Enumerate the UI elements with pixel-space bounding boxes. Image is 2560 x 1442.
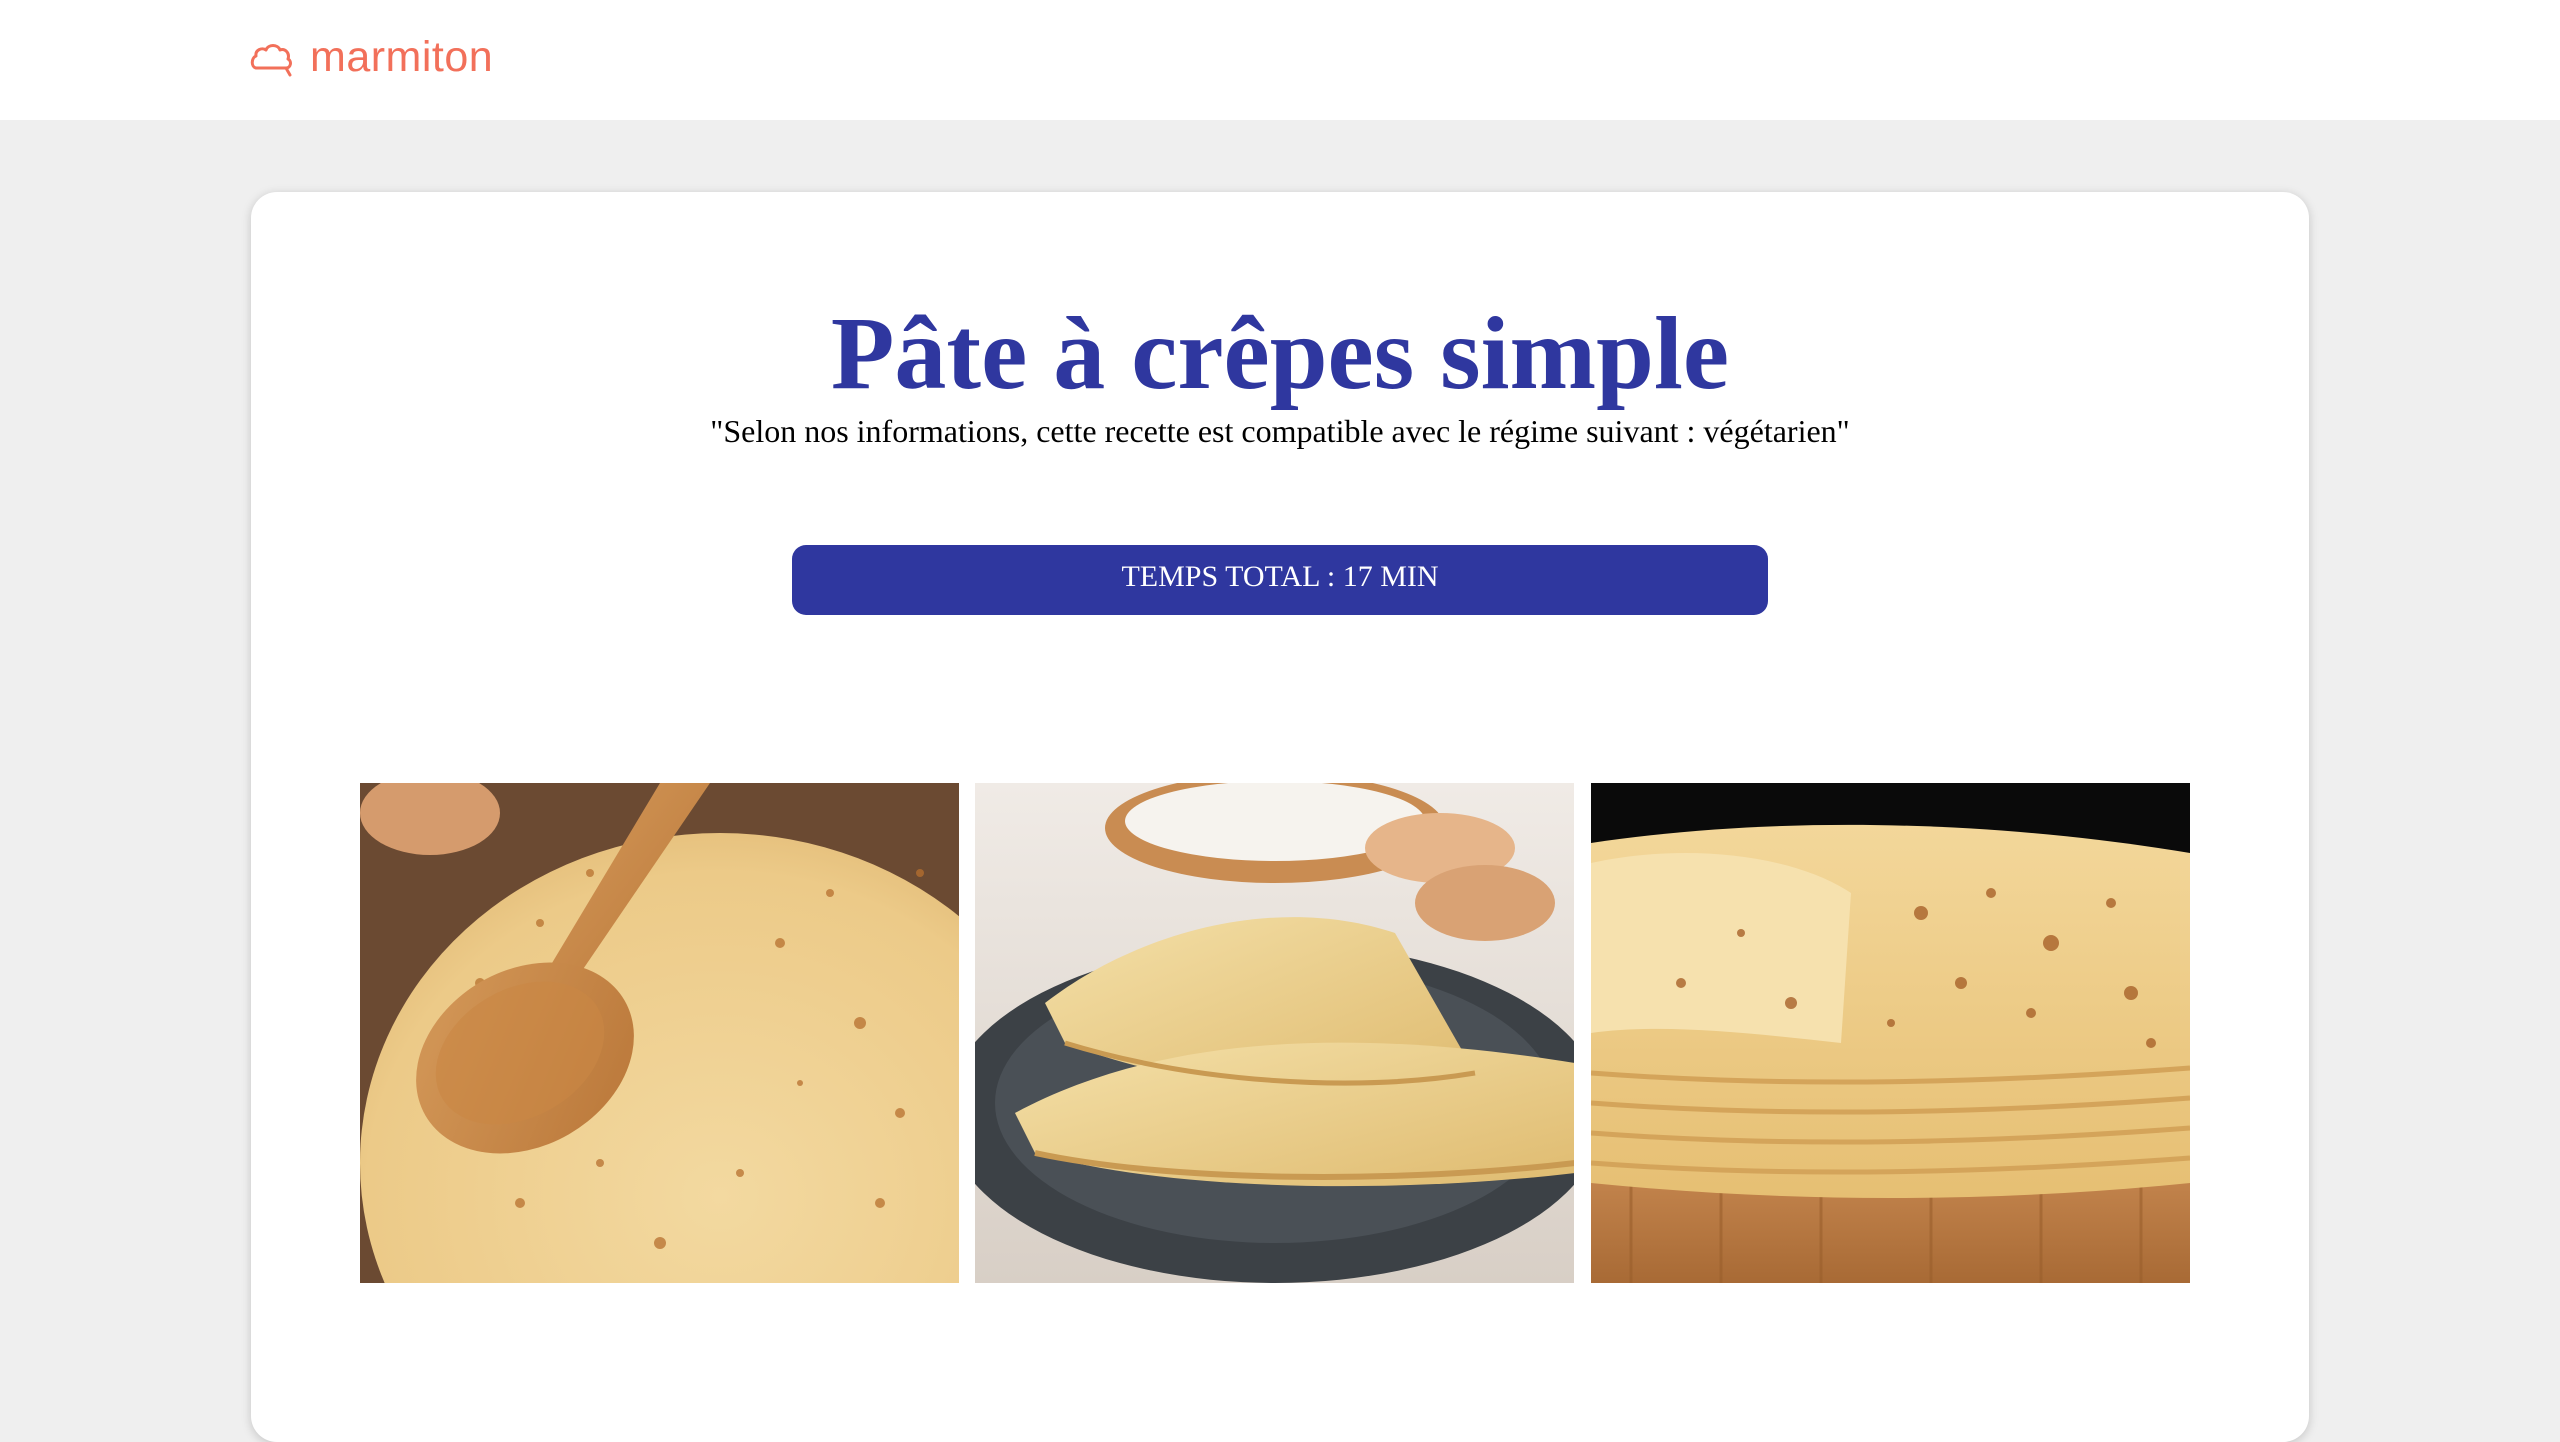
diet-note: "Selon nos informations, cette recette e…	[710, 413, 1850, 449]
stack-of-crepes-on-board-photo[interactable]	[1591, 783, 2190, 1283]
recipe-title: Pâte à crêpes simple	[830, 296, 1730, 411]
photo-gallery	[360, 783, 2190, 1283]
site-header: marmiton	[0, 0, 2560, 120]
total-time-badge: TEMPS TOTAL : 17 MIN	[792, 545, 1768, 615]
folded-crepes-on-plate-photo[interactable]	[975, 783, 1574, 1283]
recipe-card: Pâte à crêpes simple "Selon nos informat…	[251, 192, 2309, 1442]
crepes-with-wooden-spoon-photo[interactable]	[360, 783, 959, 1283]
marmiton-logo[interactable]: marmiton	[250, 36, 493, 79]
chef-hat-icon	[250, 43, 292, 76]
logo-text: marmiton	[310, 33, 494, 81]
